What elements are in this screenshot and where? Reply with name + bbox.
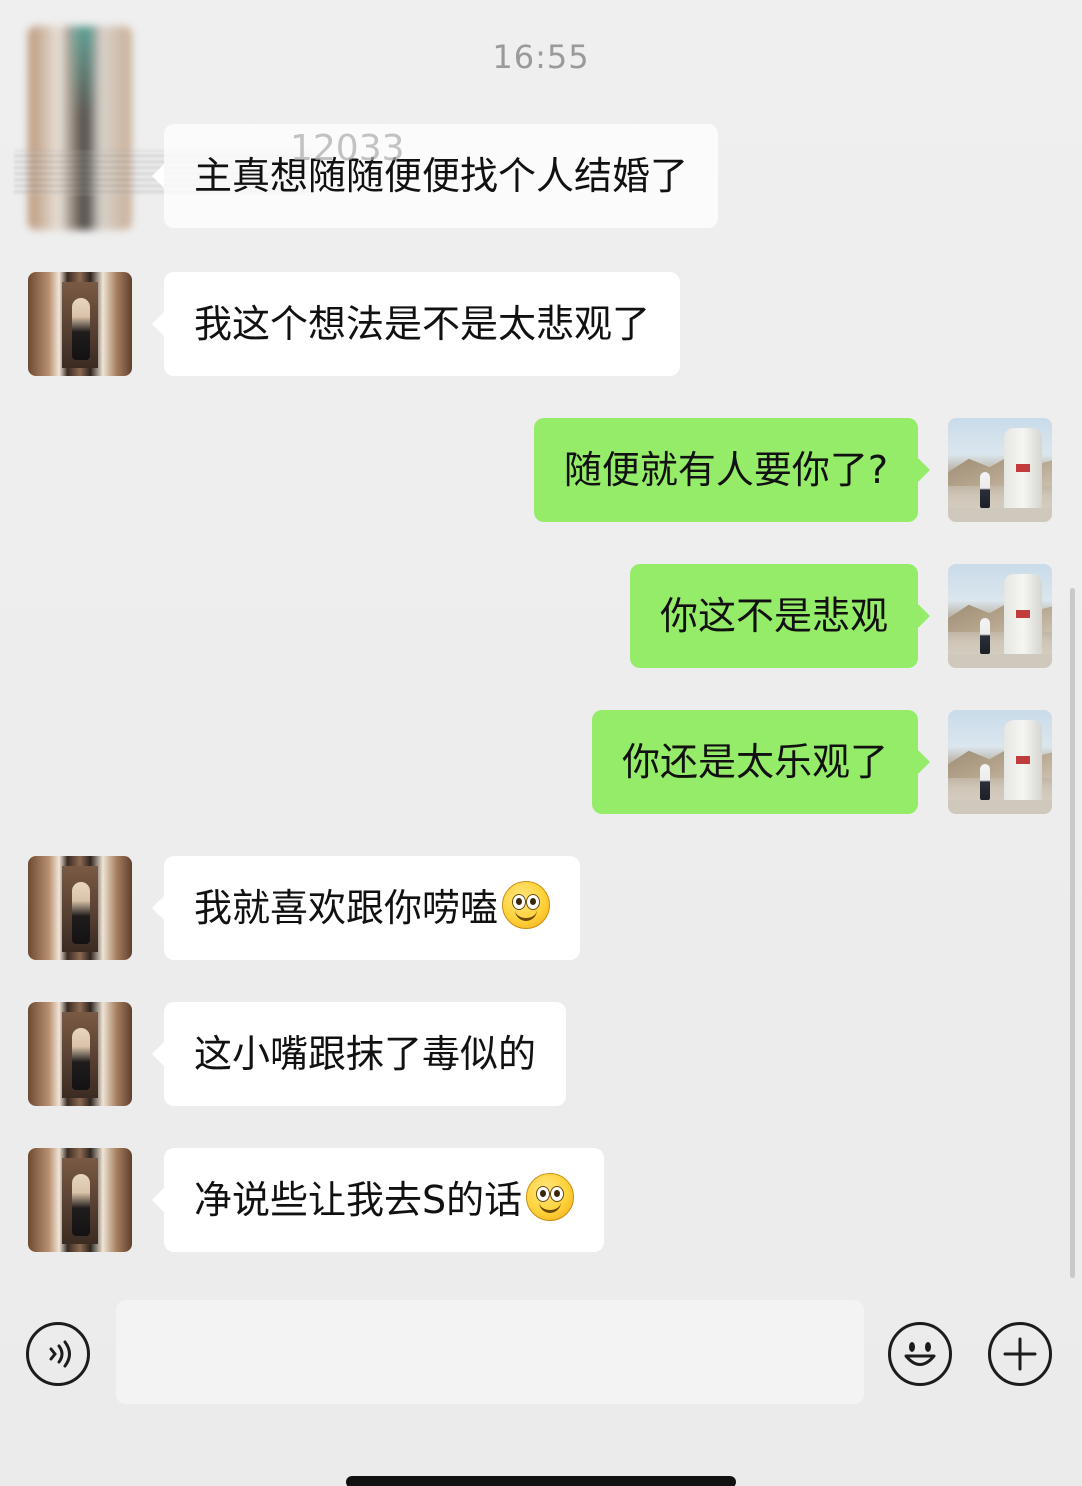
emoji-button[interactable] <box>888 1322 952 1386</box>
smile-emoji-icon <box>502 881 551 929</box>
message-text: 随便就有人要你了? <box>563 448 888 492</box>
message-text: 主真想随随便便找个人结婚了 <box>194 154 689 198</box>
my-avatar[interactable] <box>948 564 1052 668</box>
message-text: 我这个想法是不是太悲观了 <box>194 302 651 346</box>
plus-icon <box>1003 1337 1037 1371</box>
contact-avatar[interactable] <box>28 1002 132 1106</box>
message-timestamp: 16:55 <box>492 38 590 76</box>
message-bubble-outgoing[interactable]: 你还是太乐观了 <box>591 710 931 814</box>
message-text: 你这不是悲观 <box>659 594 888 638</box>
message-row-outgoing: 随便就有人要你了? <box>0 418 1082 522</box>
input-bar <box>0 1296 1082 1416</box>
message-bubble-incoming[interactable]: 主真想随随便便找个人结婚了 <box>151 124 719 228</box>
scrollbar[interactable] <box>1070 588 1075 1278</box>
message-row-outgoing: 你这不是悲观 <box>0 564 1082 668</box>
message-bubble-outgoing[interactable]: 随便就有人要你了? <box>533 418 931 522</box>
message-row-outgoing: 你还是太乐观了 <box>0 710 1082 814</box>
message-row-incoming: 主真想随随便便找个人结婚了 <box>0 124 1082 228</box>
message-text: 我就喜欢跟你唠嗑 <box>194 886 499 930</box>
contact-avatar[interactable] <box>28 272 132 376</box>
smile-emoji-icon <box>526 1173 575 1221</box>
message-text: 你还是太乐观了 <box>621 740 888 784</box>
message-row-incoming: 我这个想法是不是太悲观了 <box>0 272 1082 376</box>
ghost-overlay-text: 12033 <box>290 128 405 169</box>
emoji-icon <box>904 1342 936 1366</box>
my-avatar[interactable] <box>948 710 1052 814</box>
home-indicator[interactable] <box>346 1476 736 1486</box>
voice-icon <box>49 1340 71 1368</box>
message-bubble-incoming[interactable]: 净说些让我去S的话 <box>151 1148 605 1252</box>
voice-button[interactable] <box>26 1322 90 1386</box>
chat-screen: 16:55 主真想随随便便找个人结婚了 12033 我这个想法是不是太悲观了 随… <box>0 0 1082 1486</box>
message-bubble-incoming[interactable]: 我这个想法是不是太悲观了 <box>151 272 681 376</box>
message-text: 这小嘴跟抹了毒似的 <box>194 1032 537 1076</box>
my-avatar[interactable] <box>948 418 1052 522</box>
message-row-incoming: 净说些让我去S的话 <box>0 1148 1082 1252</box>
more-button[interactable] <box>988 1322 1052 1386</box>
message-row-incoming: 这小嘴跟抹了毒似的 <box>0 1002 1082 1106</box>
message-bubble-incoming[interactable]: 我就喜欢跟你唠嗑 <box>151 856 581 960</box>
message-bubble-outgoing[interactable]: 你这不是悲观 <box>629 564 931 668</box>
message-bubble-incoming[interactable]: 这小嘴跟抹了毒似的 <box>151 1002 567 1106</box>
message-row-incoming: 我就喜欢跟你唠嗑 <box>0 856 1082 960</box>
message-text: 净说些让我去S的话 <box>194 1178 523 1222</box>
message-input[interactable] <box>116 1300 864 1404</box>
contact-avatar[interactable] <box>28 856 132 960</box>
contact-avatar[interactable] <box>28 1148 132 1252</box>
